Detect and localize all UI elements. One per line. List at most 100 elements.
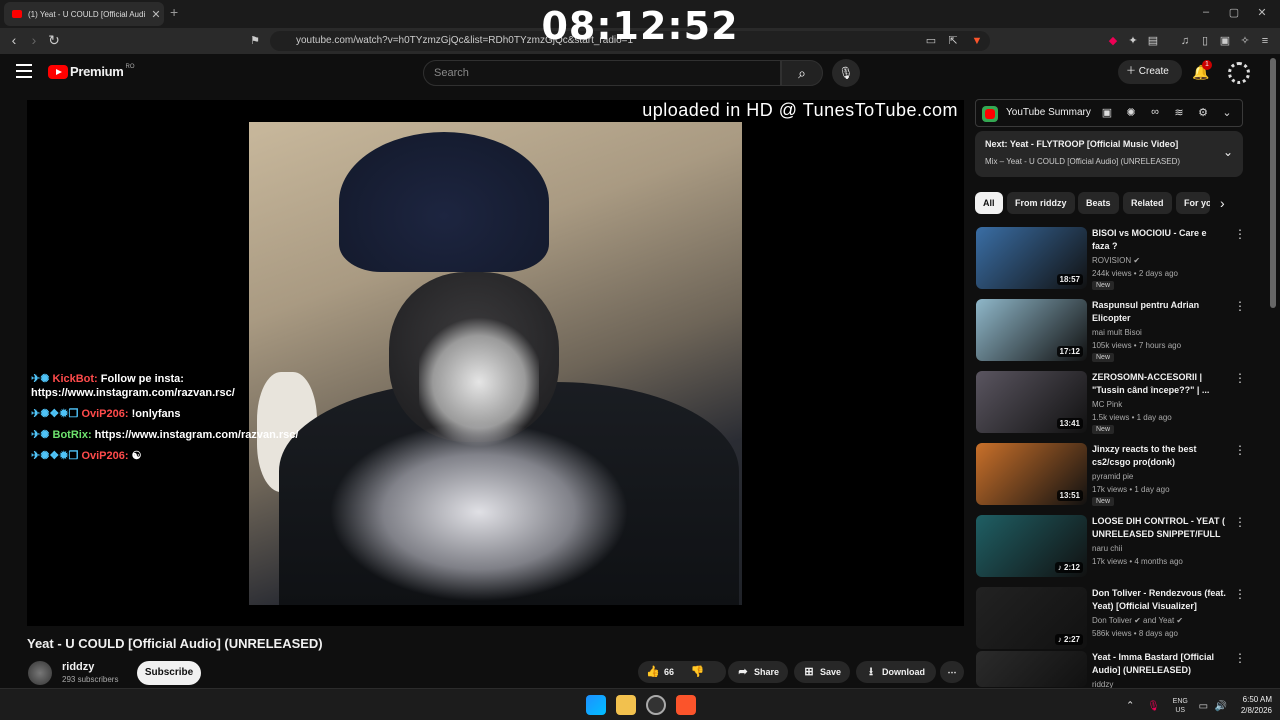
cast-icon[interactable]: ▭: [924, 34, 938, 48]
tabs-icon[interactable]: ▤: [1146, 34, 1160, 48]
settings-gear-icon[interactable]: ⚙: [1196, 106, 1210, 119]
youtube-premium-logo[interactable]: Premium RO: [48, 64, 135, 79]
video-thumbnail[interactable]: 17:12: [976, 299, 1087, 361]
expand-chevron-icon[interactable]: ⌄: [1223, 145, 1233, 159]
recommendation-item[interactable]: 17:12 Raspunsul pentru Adrian Elicopter ma…: [976, 299, 1246, 363]
back-icon[interactable]: ‹: [6, 32, 22, 48]
recommendation-item[interactable]: ♪ 2:27 Don Toliver - Rendezvous (feat. Ye…: [976, 587, 1246, 651]
sidebar-icon[interactable]: ▯: [1198, 34, 1212, 48]
notifications-button[interactable]: 🔔 1: [1192, 60, 1212, 81]
recommendation-item[interactable]: 13:51 Jinxzy reacts to the best cs2/csgo …: [976, 443, 1246, 507]
recommendation-meta: 105k views • 7 hours ago: [1092, 341, 1182, 350]
maximize-icon[interactable]: ▢: [1224, 6, 1244, 19]
save-label: Save: [820, 667, 842, 677]
bookmark-icon[interactable]: ⚑: [248, 34, 262, 48]
browser-tab[interactable]: (1) Yeat - U COULD [Official Audi ✕: [4, 2, 164, 26]
more-vertical-icon[interactable]: ⋮: [1234, 443, 1246, 457]
music-icon[interactable]: ♫: [1178, 34, 1192, 48]
like-button[interactable]: 👍 66: [638, 666, 674, 678]
input-language[interactable]: ENG US: [1173, 697, 1188, 715]
brave-browser-icon[interactable]: [676, 695, 696, 715]
minimize-icon[interactable]: –: [1196, 6, 1216, 18]
start-windows-icon[interactable]: [586, 695, 606, 715]
chevron-up-icon[interactable]: ⌃: [1126, 701, 1134, 712]
more-actions-button[interactable]: ⋯: [940, 661, 964, 683]
recommendation-channel[interactable]: MC Pink: [1092, 400, 1122, 409]
share-button[interactable]: ➦ Share: [728, 661, 788, 683]
download-icon: ⭳: [869, 666, 873, 678]
hamburger-menu-icon[interactable]: [16, 64, 32, 78]
volume-icon[interactable]: 🔊: [1215, 701, 1227, 712]
chatgpt-icon[interactable]: ✺: [1124, 106, 1138, 119]
recommendation-item[interactable]: Yeat - Imma Bastard [Official Audio] (UN…: [976, 651, 1246, 689]
reload-icon[interactable]: ↻: [46, 32, 62, 49]
create-button[interactable]: ＋ Create: [1118, 60, 1182, 84]
dislike-button[interactable]: 👎: [691, 666, 705, 678]
recommendation-channel[interactable]: mai mult Bisoi: [1092, 328, 1142, 337]
chevron-down-icon[interactable]: ⌄: [1220, 106, 1234, 119]
recommendation-channel[interactable]: pyramid pie: [1092, 472, 1133, 481]
close-window-icon[interactable]: ✕: [1252, 6, 1272, 19]
forward-icon[interactable]: ›: [26, 32, 42, 48]
transcript-icon[interactable]: ▣: [1100, 106, 1114, 119]
leo-icon[interactable]: ✧: [1238, 34, 1252, 48]
more-vertical-icon[interactable]: ⋮: [1234, 299, 1246, 313]
share-page-icon[interactable]: ⇱: [946, 34, 960, 48]
duration-badge: 13:51: [1056, 490, 1083, 501]
recommendation-title: BISOI vs MOCIOIU - Care e faza ?: [1092, 228, 1207, 251]
audio-wave-icon[interactable]: ≋: [1172, 106, 1186, 119]
mix-next-panel[interactable]: Next: Yeat - FLYTROOP [Official Music Vi…: [975, 131, 1243, 177]
recommendation-item[interactable]: 18:57 BISOI vs MOCIOIU - Care e faza ? ROV…: [976, 227, 1246, 291]
video-thumbnail[interactable]: ♪ 2:12: [976, 515, 1087, 577]
save-button[interactable]: ⊞ Save: [794, 661, 850, 683]
recommendation-channel[interactable]: ROVISION ✔: [1092, 256, 1140, 265]
account-avatar[interactable]: [1228, 62, 1250, 84]
recommendation-channel[interactable]: Don Toliver ✔ and Yeat ✔: [1092, 616, 1183, 625]
subscribe-button[interactable]: Subscribe: [137, 661, 201, 685]
puzzle-icon[interactable]: ✦: [1126, 34, 1140, 48]
recommendation-channel[interactable]: naru chii: [1092, 544, 1122, 553]
more-vertical-icon[interactable]: ⋮: [1234, 587, 1246, 601]
more-vertical-icon[interactable]: ⋮: [1234, 651, 1246, 665]
video-player[interactable]: uploaded in HD @ TunesToTube.com ✈✺ Kick…: [27, 100, 964, 626]
video-thumbnail[interactable]: ♪ 2:27: [976, 587, 1087, 649]
video-thumbnail[interactable]: 13:41: [976, 371, 1087, 433]
network-icon[interactable]: ▭: [1199, 701, 1208, 712]
video-thumbnail[interactable]: [976, 651, 1087, 687]
glasses-icon[interactable]: ∞: [1148, 106, 1162, 118]
recommendation-item[interactable]: 13:41 ZEROSOMN-ACCESORII | "Tussin când î…: [976, 371, 1246, 435]
page-scrollbar[interactable]: [1270, 58, 1276, 308]
new-tab-button[interactable]: +: [170, 4, 178, 20]
obs-icon[interactable]: [646, 695, 666, 715]
chip-for-you[interactable]: For yo: [1176, 192, 1210, 214]
brave-shield-icon[interactable]: ▼: [970, 34, 984, 48]
wallet-icon[interactable]: ▣: [1218, 34, 1232, 48]
search-button[interactable]: ⌕: [781, 60, 823, 86]
chips-next-icon[interactable]: ›: [1220, 195, 1225, 211]
chip-from-riddzy[interactable]: From riddzy: [1007, 192, 1075, 214]
more-vertical-icon[interactable]: ⋮: [1234, 227, 1246, 241]
file-explorer-icon[interactable]: [616, 695, 636, 715]
menu-icon[interactable]: ≡: [1258, 34, 1272, 48]
voice-search-button[interactable]: 🎙: [832, 59, 860, 87]
recommendation-item[interactable]: ♪ 2:12 LOOSE DIH CONTROL - YEAT ( UNRELEA…: [976, 515, 1246, 579]
recommendation-title: Don Toliver - Rendezvous (feat. Yeat) [O…: [1092, 588, 1226, 611]
taskbar-clock[interactable]: 6:50 AM 2/8/2026: [1232, 694, 1272, 716]
channel-avatar[interactable]: [28, 661, 52, 685]
chip-beats[interactable]: Beats: [1078, 192, 1119, 214]
search-input[interactable]: Search: [423, 60, 781, 86]
recommendation-meta: 586k views • 8 days ago: [1092, 629, 1178, 638]
download-button[interactable]: ⭳ Download: [856, 661, 936, 683]
microphone-tray-icon[interactable]: 🎙: [1147, 701, 1160, 712]
channel-name[interactable]: riddzy: [62, 661, 94, 673]
more-vertical-icon[interactable]: ⋮: [1234, 515, 1246, 529]
extension-icon[interactable]: ◆: [1106, 34, 1120, 48]
video-thumbnail[interactable]: 13:51: [976, 443, 1087, 505]
more-vertical-icon[interactable]: ⋮: [1234, 371, 1246, 385]
chip-all[interactable]: All: [975, 192, 1003, 214]
close-tab-icon[interactable]: ✕: [148, 8, 164, 21]
chip-related[interactable]: Related: [1123, 192, 1172, 214]
video-thumbnail[interactable]: 18:57: [976, 227, 1087, 289]
chat-message: ✈✺ BotRix: https://www.instagram.com/raz…: [31, 428, 321, 442]
youtube-summary-extension[interactable]: YouTube Summary ▣ ✺ ∞ ≋ ⚙ ⌄: [975, 99, 1243, 127]
